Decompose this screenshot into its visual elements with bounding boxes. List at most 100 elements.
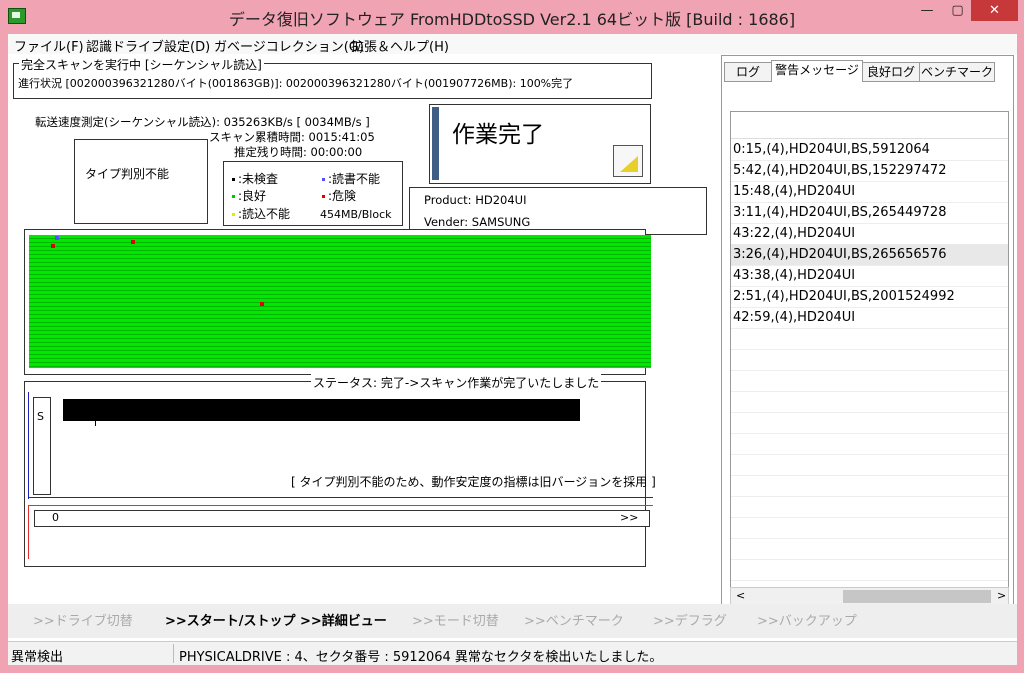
drive-switch-button[interactable]: >>ドライブ切替: [33, 610, 133, 629]
maximize-button[interactable]: ▢: [944, 0, 971, 21]
scrollbar-thumb[interactable]: [843, 590, 991, 603]
progress-top-rule: [28, 505, 653, 506]
status-frame: ステータス: 完了->スキャン作業が完了いたしました S [ タイプ判別不能のた…: [24, 374, 656, 567]
list-item[interactable]: 3:11,(4),HD204UI,BS,265449728: [731, 202, 1008, 224]
drive-type-box: タイプ判別不能: [74, 139, 208, 224]
block-size: 454MB/Block: [320, 208, 392, 221]
close-button[interactable]: ✕: [971, 0, 1018, 21]
list-item: [731, 538, 1008, 560]
defrag-button[interactable]: >>デフラグ: [653, 610, 727, 629]
elapsed-time: スキャン累積時間: 0015:41:05: [209, 130, 375, 144]
legend-read-fail: :読込不能: [232, 205, 290, 222]
sector-map: [29, 235, 651, 368]
list-item: [731, 517, 1008, 539]
list-item: [731, 328, 1008, 350]
progress-end: >>: [620, 511, 639, 524]
scan-progress-group: 完全スキャンを実行中 [シーケンシャル読込] 進行状況 [00200039632…: [13, 56, 652, 99]
remaining-time: 推定残り時間: 00:00:00: [234, 145, 363, 159]
statusbar-message: PHYSICALDRIVE : 4、セクタ番号 : 5912064 異常なセクタ…: [179, 650, 663, 665]
list-item: [731, 349, 1008, 371]
legend-danger-text: :危険: [328, 189, 357, 203]
list-item: [731, 475, 1008, 497]
list-item: [731, 370, 1008, 392]
statusbar-left: 異常検出: [11, 650, 64, 665]
done-panel: 作業完了: [429, 104, 651, 184]
tab-warnings[interactable]: 警告メッセージ: [771, 60, 863, 82]
list-item[interactable]: 0:15,(4),HD204UI,BS,5912064: [731, 139, 1008, 161]
list-item: [731, 496, 1008, 518]
legend-read-fail-text: :読込不能: [238, 207, 291, 221]
legend-good-swatch: [232, 195, 235, 198]
drive-type-label: タイプ判別不能: [85, 167, 170, 181]
status-bar: 異常検出 PHYSICALDRIVE : 4、セクタ番号 : 5912064 異…: [8, 641, 1017, 665]
list-item-selected[interactable]: 3:26,(4),HD204UI,BS,265656576: [731, 244, 1008, 266]
scan-group-title: 完全スキャンを実行中 [シーケンシャル読込]: [19, 56, 264, 73]
status-note: [ タイプ判別不能のため、動作安定度の指標は旧バージョンを採用 ]: [291, 475, 656, 489]
sector-danger: [131, 240, 135, 244]
mode-switch-button[interactable]: >>モード切替: [412, 610, 499, 629]
list-item[interactable]: 43:38,(4),HD204UI: [731, 265, 1008, 287]
legend-read-fail-swatch: [232, 213, 235, 216]
sector-danger: [260, 302, 264, 306]
backup-button[interactable]: >>バックアップ: [757, 610, 857, 629]
legend-danger: :危険: [322, 187, 356, 204]
scroll-left-arrow-icon[interactable]: <: [736, 589, 745, 602]
benchmark-button[interactable]: >>ベンチマーク: [524, 610, 624, 629]
transfer-speed: 転送速度測定(シーケンシャル読込): 035263KB/s [ 0034MB/s…: [35, 115, 370, 129]
sector-rw-fail: [55, 236, 59, 240]
activity-bar: [63, 399, 580, 426]
list-item[interactable]: 43:22,(4),HD204UI: [731, 223, 1008, 245]
status-s-box: S: [33, 397, 51, 495]
legend-good: :良好: [232, 187, 266, 204]
overall-progress-bar: 0 >>: [34, 510, 650, 527]
status-left-rule: [28, 392, 29, 499]
warning-list[interactable]: 0:15,(4),HD204UI,BS,5912064 5:42,(4),HD2…: [730, 111, 1009, 589]
device-vender: Vender: SAMSUNG: [424, 215, 531, 229]
menu-file[interactable]: ファイル(F): [14, 36, 84, 55]
start-stop-button[interactable]: >>スタート/ストップ: [165, 610, 296, 629]
application-window: データ復旧ソフトウェア FromHDDtoSSD Ver2.1 64ビット版 […: [0, 0, 1024, 673]
tab-benchmark[interactable]: ベンチマーク: [919, 62, 995, 82]
list-item[interactable]: 42:59,(4),HD204UI: [731, 307, 1008, 329]
action-bar: >>ドライブ切替 >>スタート/ストップ >>詳細ビュー >>モード切替 >>ベ…: [8, 604, 1017, 638]
window-title: データ復旧ソフトウェア FromHDDtoSSD Ver2.1 64ビット版 […: [228, 10, 796, 29]
menu-extensions-help[interactable]: 拡張＆ヘルプ(H): [351, 36, 449, 55]
minimize-button[interactable]: —: [910, 0, 944, 21]
statusbar-divider: [173, 644, 174, 663]
done-label: 作業完了: [452, 122, 544, 148]
status-divider: [28, 497, 653, 498]
list-item: [731, 433, 1008, 455]
menu-drive-settings[interactable]: 認識ドライブ設定(D): [86, 36, 210, 55]
legend-rw-fail-swatch: [322, 178, 325, 181]
detail-view-button[interactable]: >>詳細ビュー: [300, 610, 387, 629]
legend-unchecked-swatch: [232, 178, 235, 181]
scroll-right-arrow-icon[interactable]: >: [997, 589, 1006, 602]
legend-unchecked: :未検査: [232, 170, 278, 187]
scan-progress-text: 進行状況 [002000396321280バイト(001863GB)]: 002…: [18, 77, 574, 90]
done-icon-shape: [620, 156, 638, 172]
status-title: ステータス: 完了->スキャン作業が完了いたしました: [311, 374, 602, 391]
list-item: [731, 412, 1008, 434]
client-area: ファイル(F) 認識ドライブ設定(D) ガベージコレクション(G) 拡張＆ヘルプ…: [8, 34, 1017, 665]
legend-good-text: :良好: [238, 189, 267, 203]
list-header: [731, 112, 1008, 139]
tab-log[interactable]: ログ: [724, 62, 772, 82]
log-panel: ログ 警告メッセージ 良好ログ ベンチマーク 0:15,(4),HD204UI,…: [721, 55, 1014, 607]
menu-garbage-collection[interactable]: ガベージコレクション(G): [214, 36, 364, 55]
list-item[interactable]: 15:48,(4),HD204UI: [731, 181, 1008, 203]
legend-box: :未検査 :読書不能 :良好 :危険 :読込不能 454MB/Block: [223, 161, 403, 226]
progress-left-rule: [28, 505, 29, 559]
list-item: [731, 559, 1008, 581]
device-product: Product: HD204UI: [424, 193, 527, 207]
list-item: [731, 391, 1008, 413]
list-item[interactable]: 5:42,(4),HD204UI,BS,152297472: [731, 160, 1008, 182]
status-s-label: S: [37, 410, 44, 423]
legend-danger-swatch: [322, 195, 325, 198]
device-info-box: Product: HD204UI Vender: SAMSUNG: [409, 187, 707, 235]
title-bar: データ復旧ソフトウェア FromHDDtoSSD Ver2.1 64ビット版 […: [0, 0, 1024, 34]
legend-rw-fail: :読書不能: [322, 170, 380, 187]
tab-good-log[interactable]: 良好ログ: [862, 62, 920, 82]
done-icon: [613, 145, 643, 177]
list-item: [731, 454, 1008, 476]
list-item[interactable]: 2:51,(4),HD204UI,BS,2001524992: [731, 286, 1008, 308]
